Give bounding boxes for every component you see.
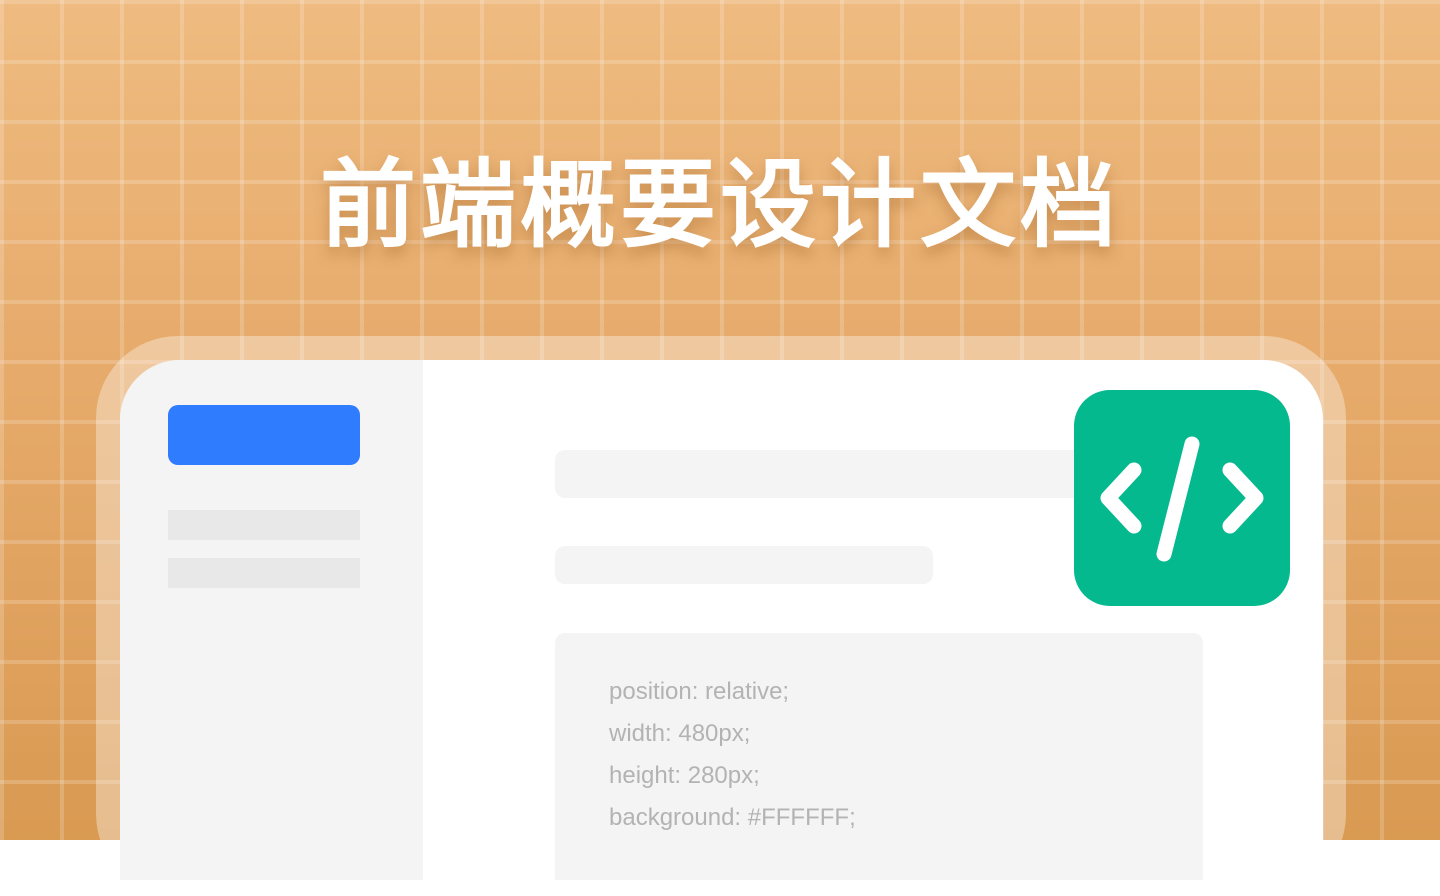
content-placeholder-bar: [555, 450, 1115, 498]
page-title: 前端概要设计文档: [320, 149, 1120, 261]
sidebar-primary-button[interactable]: [168, 405, 360, 465]
code-badge: [1074, 390, 1290, 606]
sidebar-item[interactable]: [168, 558, 360, 588]
code-lines: position: relative; width: 480px; height…: [609, 671, 856, 839]
content-placeholder-bar: [555, 546, 933, 584]
code-line: position: relative;: [609, 678, 790, 705]
code-line: width: 480px;: [609, 720, 751, 747]
code-line: background: #FFFFFF;: [609, 804, 856, 831]
code-block: position: relative; width: 480px; height…: [555, 633, 1203, 880]
sidebar-item[interactable]: [168, 510, 360, 540]
code-icon: [1100, 436, 1264, 562]
code-line: height: 280px;: [609, 762, 760, 789]
sidebar: [120, 360, 423, 880]
